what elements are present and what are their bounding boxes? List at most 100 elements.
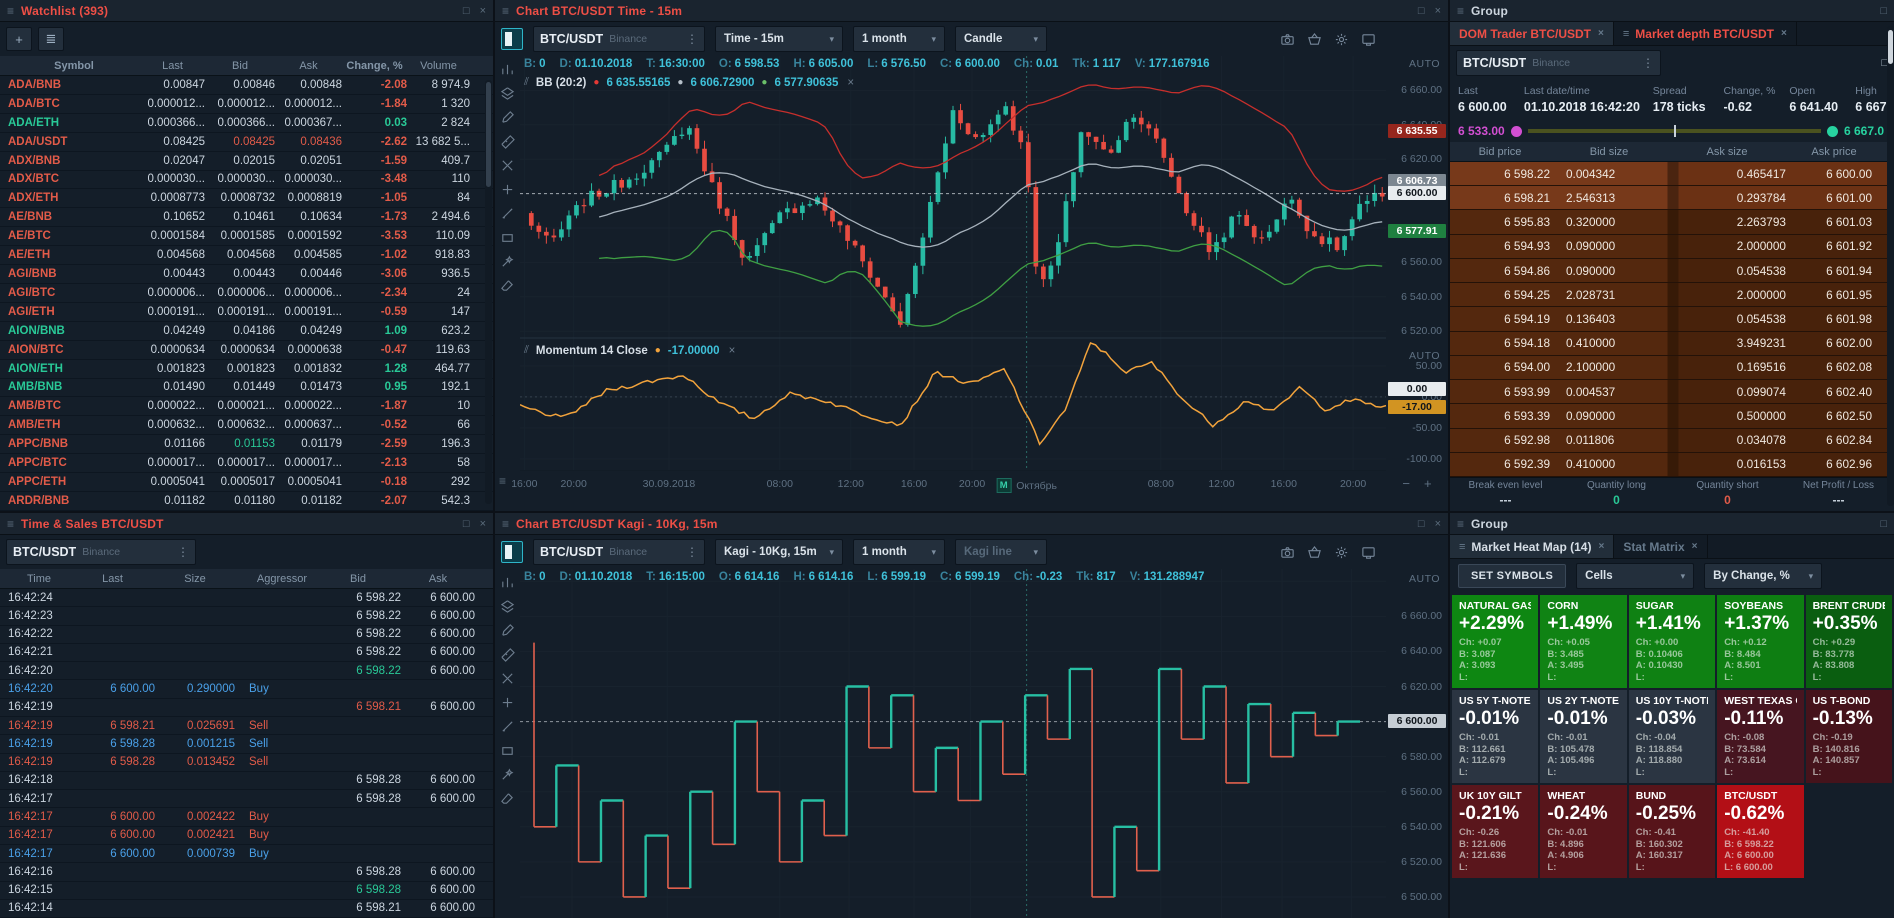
tab-dom-trader-btc-usdt[interactable]: DOM Trader BTC/USDT×: [1450, 22, 1614, 45]
list-item[interactable]: 16:42:176 600.000.002422Buy: [0, 808, 493, 826]
heat-cell-corn[interactable]: CORN+1.49%Ch: +0.05B: 3.485A: 3.495L:: [1540, 595, 1626, 688]
time-axis[interactable]: 16:0020:0030.09.201808:0012:0016:0020:00…: [520, 470, 1386, 497]
maximize-icon[interactable]: □: [1880, 518, 1887, 530]
table-row[interactable]: AMB/BNB0.014900.014490.014730.95192.1: [0, 379, 493, 398]
symbol-selector[interactable]: BTC/USDT Binance ⋮: [1456, 50, 1661, 76]
dom-ladder-row[interactable]: 6 594.252.0287312.0000006 601.95: [1450, 283, 1894, 307]
table-row[interactable]: ADA/USDT0.084250.084250.08436-2.6213 682…: [0, 133, 493, 152]
gear-icon[interactable]: [1334, 32, 1349, 47]
dom-ladder-row[interactable]: 6 594.930.0900002.0000006 601.92: [1450, 235, 1894, 259]
chart-panel-icon[interactable]: [501, 28, 523, 50]
panel-menu-icon[interactable]: ≡: [1457, 4, 1464, 18]
col-aggressor[interactable]: Aggressor: [235, 573, 315, 585]
list-item[interactable]: 16:42:146 598.216 600.00: [0, 900, 493, 918]
table-row[interactable]: ARDR/BNB0.011820.011800.01182-2.07542.3: [0, 492, 493, 511]
col-size[interactable]: Size: [155, 573, 235, 585]
maximize-icon[interactable]: □: [463, 5, 470, 17]
more-icon[interactable]: ⋮: [1632, 56, 1654, 70]
col-bid-price[interactable]: Bid price: [1450, 146, 1550, 158]
eraser-tool-icon[interactable]: [500, 791, 515, 806]
pencil-tool-icon[interactable]: [500, 110, 515, 125]
col-ask[interactable]: Ask: [275, 60, 342, 72]
layers-tool-icon[interactable]: [500, 86, 515, 101]
tab-market-heat-map-14-[interactable]: ≡Market Heat Map (14)×: [1450, 535, 1614, 558]
price-axis[interactable]: AUTO6 660.006 640.006 620.006 600.006 58…: [1386, 56, 1448, 470]
list-item[interactable]: 16:42:176 600.000.002421Buy: [0, 827, 493, 845]
line-tool-icon[interactable]: [500, 206, 515, 221]
symbol-selector[interactable]: BTC/USDT Binance ⋮: [533, 539, 705, 565]
add-symbol-button[interactable]: +: [6, 27, 32, 51]
cross-tool-icon[interactable]: [500, 671, 515, 686]
list-item[interactable]: 16:42:156 598.286 600.00: [0, 882, 493, 900]
pencil-tool-icon[interactable]: [500, 623, 515, 638]
dom-ladder-row[interactable]: 6 594.190.1364030.0545386 601.98: [1450, 307, 1894, 331]
dom-ladder-row[interactable]: 6 593.390.0900000.5000006 602.50: [1450, 404, 1894, 428]
col-last[interactable]: Last: [70, 573, 155, 585]
list-item[interactable]: 16:42:246 598.226 600.00: [0, 589, 493, 607]
table-row[interactable]: AGI/BNB0.004430.004430.00446-3.06936.5: [0, 265, 493, 284]
dom-ladder-row[interactable]: 6 594.860.0900000.0545386 601.94: [1450, 259, 1894, 283]
table-row[interactable]: AE/BNB0.106520.104610.10634-1.732 494.6: [0, 208, 493, 227]
heat-cell-us-2y-t-note[interactable]: US 2Y T-NOTE-0.01%Ch: -0.01B: 105.478A: …: [1540, 690, 1626, 783]
more-icon[interactable]: ⋮: [676, 32, 698, 46]
wand-tool-icon[interactable]: [500, 767, 515, 782]
panel-menu-icon[interactable]: ≡: [7, 4, 14, 18]
dom-ladder-row[interactable]: 6 594.180.4100003.9492316 602.00: [1450, 332, 1894, 356]
list-item[interactable]: 16:42:196 598.280.001215Sell: [0, 735, 493, 753]
wand-tool-icon[interactable]: [500, 254, 515, 269]
aggregation-dropdown[interactable]: Time - 15m▾: [715, 26, 843, 52]
auto-scale-label[interactable]: AUTO: [1409, 58, 1440, 70]
dom-ladder-row[interactable]: 6 595.830.3200002.2637936 601.03: [1450, 210, 1894, 234]
maximize-icon[interactable]: □: [1418, 518, 1425, 530]
layers-tool-icon[interactable]: [500, 599, 515, 614]
table-row[interactable]: AION/ETH0.0018230.0018230.0018321.28464.…: [0, 360, 493, 379]
chart-object-list-icon[interactable]: ≡: [499, 474, 506, 488]
range-dropdown[interactable]: 1 month▾: [853, 26, 945, 52]
layout-icon[interactable]: [1361, 545, 1376, 560]
list-item[interactable]: 16:42:196 598.216 600.00: [0, 699, 493, 717]
list-item[interactable]: 16:42:196 598.210.025691Sell: [0, 717, 493, 735]
chart-tool-icon[interactable]: [500, 575, 515, 590]
list-item[interactable]: 16:42:236 598.226 600.00: [0, 607, 493, 625]
symbol-selector[interactable]: BTC/USDT Binance ⋮: [6, 539, 196, 565]
maximize-icon[interactable]: □: [1880, 5, 1887, 17]
heat-cell-wheat[interactable]: WHEAT-0.24%Ch: -0.01B: 4.896A: 4.906L:: [1540, 785, 1626, 878]
col-symbol[interactable]: Symbol: [0, 60, 140, 72]
panel-menu-icon[interactable]: ≡: [502, 4, 509, 18]
heat-cell-soybeans[interactable]: SOYBEANS+1.37%Ch: +0.12B: 8.484A: 8.501L…: [1717, 595, 1803, 688]
col-ask[interactable]: Ask: [401, 573, 475, 585]
snapshot-camera-icon[interactable]: [1280, 32, 1295, 47]
panel-menu-icon[interactable]: ≡: [7, 517, 14, 531]
heat-cell-bund[interactable]: BUND-0.25%Ch: -0.41B: 160.302A: 160.317L…: [1629, 785, 1715, 878]
table-row[interactable]: ADX/BTC0.000030...0.000030...0.000030...…: [0, 171, 493, 190]
gear-icon[interactable]: [1334, 545, 1349, 560]
more-icon[interactable]: ⋮: [676, 545, 698, 559]
list-item[interactable]: 16:42:176 600.000.000739Buy: [0, 845, 493, 863]
range-dropdown[interactable]: 1 month▾: [853, 539, 945, 565]
list-item[interactable]: 16:42:196 598.280.013452Sell: [0, 754, 493, 772]
snapshot-camera-icon[interactable]: [1280, 545, 1295, 560]
eraser-tool-icon[interactable]: [500, 278, 515, 293]
heat-cell-us-t-bond[interactable]: US T-BOND-0.13%Ch: -0.19B: 140.816A: 140…: [1806, 690, 1892, 783]
table-row[interactable]: AE/ETH0.0045680.0045680.004585-1.02918.8…: [0, 246, 493, 265]
rect-tool-icon[interactable]: [500, 230, 515, 245]
tab-menu-icon[interactable]: ≡: [1459, 541, 1465, 553]
line-tool-icon[interactable]: [500, 719, 515, 734]
watchlist-scrollbar[interactable]: [485, 80, 492, 504]
table-row[interactable]: ADX/BNB0.020470.020150.02051-1.59409.7: [0, 152, 493, 171]
col-bid[interactable]: Bid: [315, 573, 401, 585]
chart-panel-icon[interactable]: [501, 541, 523, 563]
range-high-handle[interactable]: [1827, 126, 1838, 137]
tab-stat-matrix[interactable]: Stat Matrix×: [1614, 535, 1707, 558]
list-item[interactable]: 16:42:226 598.226 600.00: [0, 626, 493, 644]
table-row[interactable]: ADX/ETH0.00087730.00087320.0008819-1.058…: [0, 189, 493, 208]
dom-ladder-row[interactable]: 6 598.220.0043420.4654176 600.00: [1450, 162, 1894, 186]
basket-icon[interactable]: [1307, 32, 1322, 47]
dom-ladder-row[interactable]: 6 594.002.1000000.1695166 602.08: [1450, 356, 1894, 380]
chart-tool-icon[interactable]: [500, 62, 515, 77]
col-bid-size[interactable]: Bid size: [1550, 146, 1668, 158]
column-settings-button[interactable]: ≣: [38, 27, 64, 51]
basket-icon[interactable]: [1307, 545, 1322, 560]
dom-ladder-row[interactable]: 6 598.212.5463130.2937846 601.00: [1450, 186, 1894, 210]
heat-cell-btc-usdt[interactable]: BTC/USDT-0.62%Ch: -41.40B: 6 598.22A: 6 …: [1717, 785, 1803, 878]
